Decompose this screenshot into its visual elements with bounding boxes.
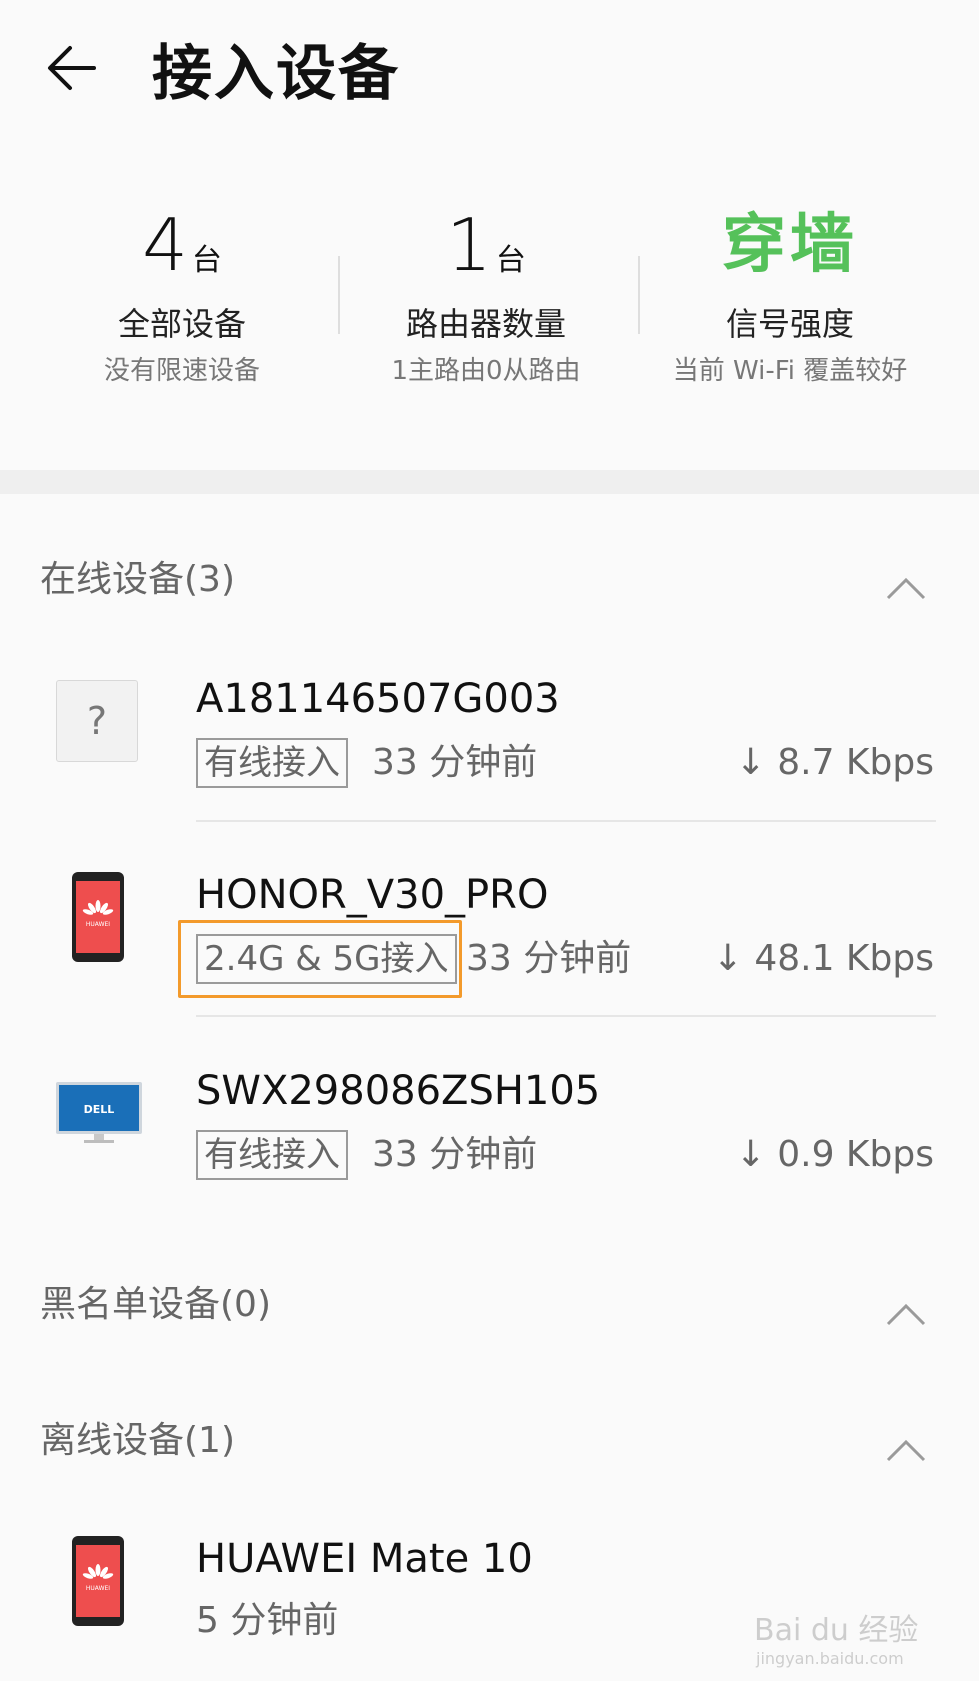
device-rate: ↓ 0.9 Kbps (735, 1134, 934, 1175)
svg-text:DELL: DELL (84, 1103, 115, 1116)
device-name: A181146507G003 (196, 676, 560, 722)
chevron-up-icon (886, 577, 926, 600)
stat-label: 路由器数量 (405, 305, 566, 343)
stat-all-devices[interactable]: 4台 全部设备 没有限速设备 (32, 200, 332, 388)
highlight-box (178, 920, 462, 998)
connection-tag: 有线接入 (196, 1130, 348, 1180)
svg-text:Bai du 经验: Bai du 经验 (754, 1613, 918, 1648)
stat-unit: 台 (495, 243, 526, 278)
device-rate: ↓ 48.1 Kbps (712, 938, 934, 979)
row-divider (196, 820, 936, 822)
stat-router-count[interactable]: 1台 路由器数量 1主路由0从路由 (336, 200, 636, 388)
huawei-phone-icon: HUAWEI (56, 1536, 138, 1626)
device-time: 33 分钟前 (466, 938, 632, 979)
stat-label: 信号强度 (725, 305, 854, 343)
dell-monitor-icon: DELL (56, 1082, 142, 1164)
stat-label: 全部设备 (117, 305, 246, 343)
huawei-phone-icon: HUAWEI (56, 872, 138, 962)
chevron-up-icon (886, 1439, 926, 1462)
page-title: 接入设备 (152, 39, 400, 109)
stat-unit: 台 (191, 243, 222, 278)
unknown-device-icon: ? (56, 680, 138, 762)
collapse-blacklist-button[interactable] (886, 1302, 926, 1326)
arrow-left-icon (48, 46, 96, 90)
baidu-watermark: Bai du 经验 jingyan.baidu.com (748, 1600, 948, 1670)
device-row[interactable]: DELL SWX298086ZSH105 有线接入 33 分钟前 ↓ 0.9 K… (0, 1032, 979, 1212)
stat-sub: 1主路由0从路由 (391, 356, 581, 386)
connection-tag: 有线接入 (196, 738, 348, 788)
device-row[interactable]: ? A181146507G003 有线接入 33 分钟前 ↓ 8.7 Kbps (0, 640, 979, 820)
row-divider (196, 1015, 936, 1017)
svg-text:jingyan.baidu.com: jingyan.baidu.com (755, 1649, 904, 1668)
device-rate: ↓ 8.7 Kbps (735, 742, 934, 783)
section-title-blacklist: 黑名单设备(0) (40, 1284, 271, 1325)
device-time: 33 分钟前 (372, 1134, 538, 1175)
collapse-offline-button[interactable] (886, 1438, 926, 1462)
device-row[interactable]: HUAWEI HONOR_V30_PRO 2.4G & 5G接入 33 分钟前 … (0, 836, 979, 1016)
svg-text:HUAWEI: HUAWEI (86, 1585, 110, 1592)
device-time: 33 分钟前 (372, 742, 538, 783)
collapse-online-button[interactable] (886, 576, 926, 600)
svg-text:HUAWEI: HUAWEI (86, 921, 110, 928)
stat-number: 4 (142, 203, 188, 287)
device-time: 5 分钟前 (196, 1600, 339, 1641)
section-separator (0, 470, 979, 494)
section-title-online: 在线设备(3) (40, 559, 235, 600)
stat-signal-strength[interactable]: 穿墙 信号强度 当前 Wi-Fi 覆盖较好 (640, 200, 940, 388)
section-title-offline: 离线设备(1) (40, 1420, 235, 1461)
back-button[interactable] (40, 38, 110, 108)
device-name: HONOR_V30_PRO (196, 872, 549, 918)
stat-sub: 没有限速设备 (103, 356, 260, 386)
stat-sub: 当前 Wi-Fi 覆盖较好 (672, 356, 908, 386)
device-name: HUAWEI Mate 10 (196, 1536, 533, 1582)
stat-number: 1 (446, 203, 492, 287)
chevron-up-icon (886, 1303, 926, 1326)
device-name: SWX298086ZSH105 (196, 1068, 601, 1114)
stat-signal-value: 穿墙 (722, 208, 858, 282)
